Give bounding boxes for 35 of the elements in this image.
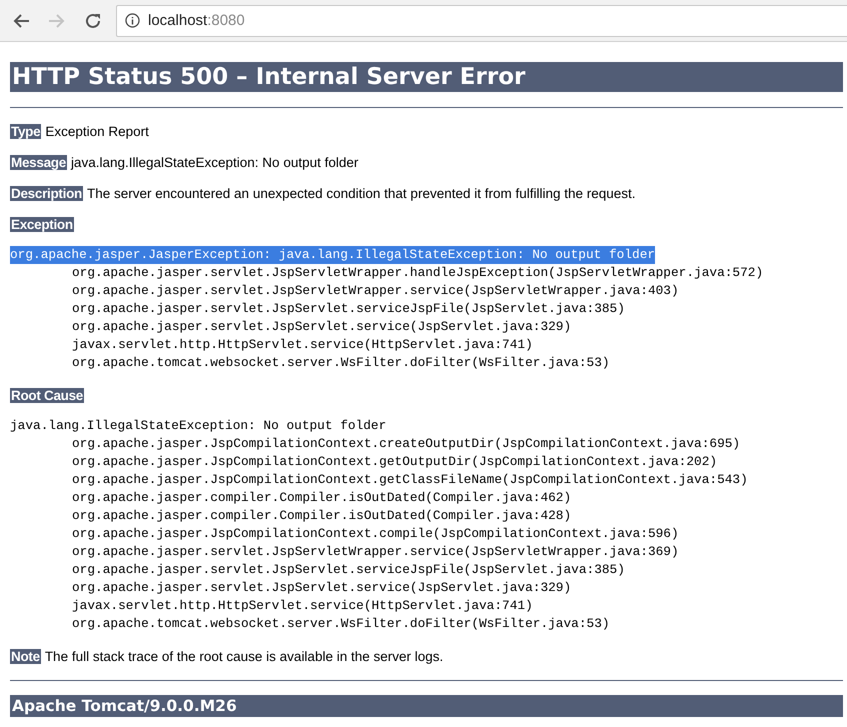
page-title: HTTP Status 500 – Internal Server Error xyxy=(10,62,843,92)
stack-frame: org.apache.jasper.servlet.JspServlet.service(JspServlet.java:329) xyxy=(10,318,843,336)
stack-frame: org.apache.tomcat.websocket.server.WsFilter.doFilter(WsFilter.java:53) xyxy=(10,615,843,633)
stack-frame: javax.servlet.http.HttpServlet.service(HttpServlet.java:741) xyxy=(10,597,843,615)
stack-frame: org.apache.jasper.servlet.JspServletWrapper.handleJspException(JspServletWrapper.java:572) xyxy=(10,264,843,282)
field-label: Message xyxy=(10,154,67,170)
field-value: The server encountered an unexpected condition that prevented it from fulfilling the request. xyxy=(86,186,636,200)
stack-frame: org.apache.jasper.JspCompilationContext.getOutputDir(JspCompilationContext.java:202) xyxy=(10,453,843,471)
section-label: Root Cause xyxy=(10,388,84,402)
field-label: Note xyxy=(10,648,41,664)
field-label: Type xyxy=(10,124,42,138)
server-version: Apache Tomcat/9.0.0.M26 xyxy=(10,695,843,717)
field-label: Description xyxy=(10,186,83,200)
url-text: localhost:8080 xyxy=(148,12,245,29)
stack-frame: org.apache.tomcat.websocket.server.WsFilter.doFilter(WsFilter.java:53) xyxy=(10,354,843,372)
stack-frame: org.apache.jasper.servlet.JspServlet.serviceJspFile(JspServlet.java:385) xyxy=(10,561,843,579)
stack-frame: org.apache.jasper.compiler.Compiler.isOutDated(Compiler.java:428) xyxy=(10,507,843,525)
address-bar[interactable]: localhost:8080 xyxy=(116,4,847,36)
stack-frame: org.apache.jasper.JspCompilationContext.createOutputDir(JspCompilationContext.java:695) xyxy=(10,435,843,453)
stack-frame: org.apache.jasper.JspCompilationContext.compile(JspCompilationContext.java:596) xyxy=(10,525,843,543)
stack-frame: org.apache.jasper.compiler.Compiler.isOutDated(Compiler.java:462) xyxy=(10,489,843,507)
stack-frame: org.apache.jasper.servlet.JspServletWrapper.service(JspServletWrapper.java:369) xyxy=(10,543,843,561)
stack-frame: org.apache.jasper.JspCompilationContext.getClassFileName(JspCompilationContext.java:543) xyxy=(10,471,843,489)
back-arrow-icon[interactable] xyxy=(12,12,30,28)
exception-line: java.lang.IllegalStateException: No output folder xyxy=(10,417,386,435)
stack-frame: org.apache.jasper.servlet.JspServlet.service(JspServlet.java:329) xyxy=(10,579,843,597)
reload-icon[interactable] xyxy=(84,12,102,30)
section-label: Exception xyxy=(10,216,74,232)
stack-frame: org.apache.jasper.servlet.JspServletWrapper.service(JspServletWrapper.java:403) xyxy=(10,282,843,300)
field-value: Exception Report xyxy=(45,124,149,138)
stack-frame: org.apache.jasper.servlet.JspServlet.serviceJspFile(JspServlet.java:385) xyxy=(10,300,843,318)
stack-frame: javax.servlet.http.HttpServlet.service(HttpServlet.java:741) xyxy=(10,336,843,354)
field-value: java.lang.IllegalStateException: No output folder xyxy=(70,154,358,170)
info-icon[interactable] xyxy=(125,13,140,28)
field-value: The full stack trace of the root cause is available in the server logs. xyxy=(44,648,444,664)
